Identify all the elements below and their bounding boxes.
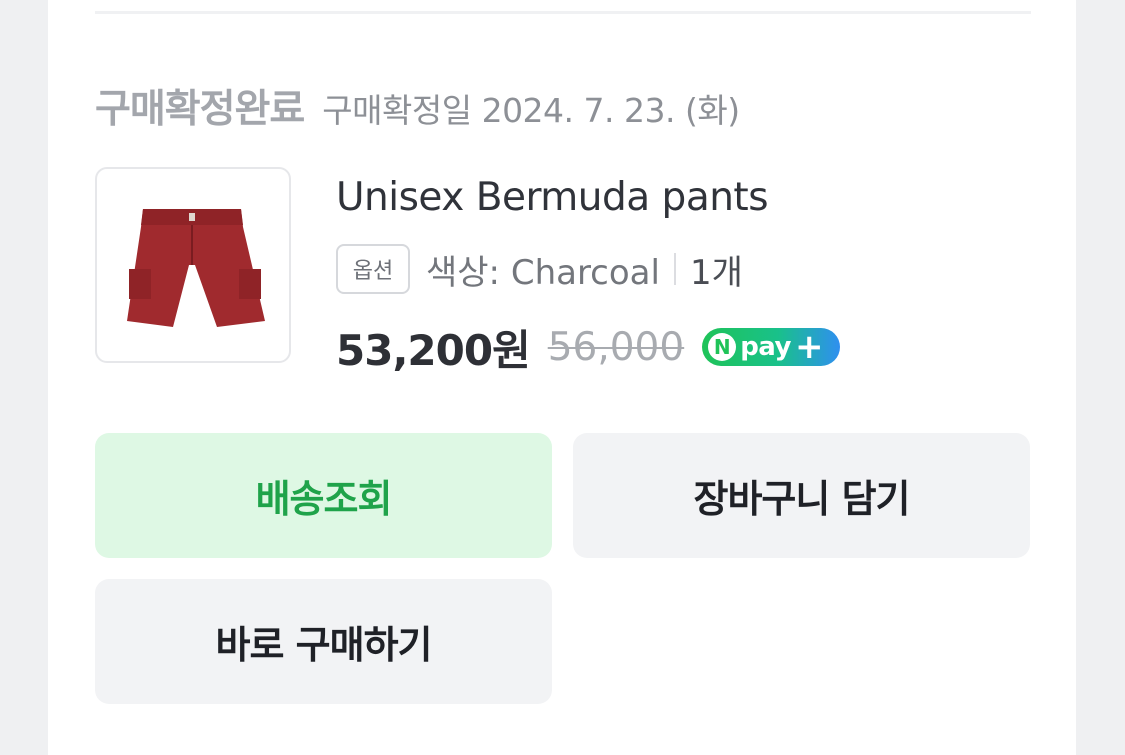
track-delivery-button[interactable]: 배송조회 xyxy=(95,433,552,558)
npay-n-icon: N xyxy=(708,333,737,361)
order-item-card: 구매확정완료 구매확정일 2024. 7. 23. (화) Unisex Ber… xyxy=(48,0,1076,755)
red-shorts-image xyxy=(127,209,265,327)
product-thumbnail[interactable] xyxy=(95,167,291,363)
section-divider xyxy=(95,11,1031,14)
npay-label: pay xyxy=(740,332,791,362)
product-name[interactable]: Unisex Bermuda pants xyxy=(336,175,769,220)
add-to-cart-button[interactable]: 장바구니 담기 xyxy=(573,433,1030,558)
buy-now-button[interactable]: 바로 구매하기 xyxy=(95,579,552,704)
option-quantity: 1개 xyxy=(689,252,743,293)
order-status-row: 구매확정완료 구매확정일 2024. 7. 23. (화) xyxy=(95,78,740,132)
npay-plus-icon: + xyxy=(795,327,824,367)
option-value: 색상: Charcoal xyxy=(426,252,660,293)
sale-price: 53,200원 xyxy=(336,325,531,375)
option-chip: 옵션 xyxy=(336,244,410,294)
price-row: 53,200원 56,000 N pay + xyxy=(336,318,841,376)
option-row: 옵션 색상: Charcoal 1개 xyxy=(336,243,743,295)
order-status: 구매확정완료 xyxy=(95,87,305,132)
confirm-date: 구매확정일 2024. 7. 23. (화) xyxy=(322,91,740,130)
option-separator xyxy=(673,253,676,285)
original-price: 56,000 xyxy=(547,324,685,370)
npay-plus-badge: N pay + xyxy=(702,327,841,367)
